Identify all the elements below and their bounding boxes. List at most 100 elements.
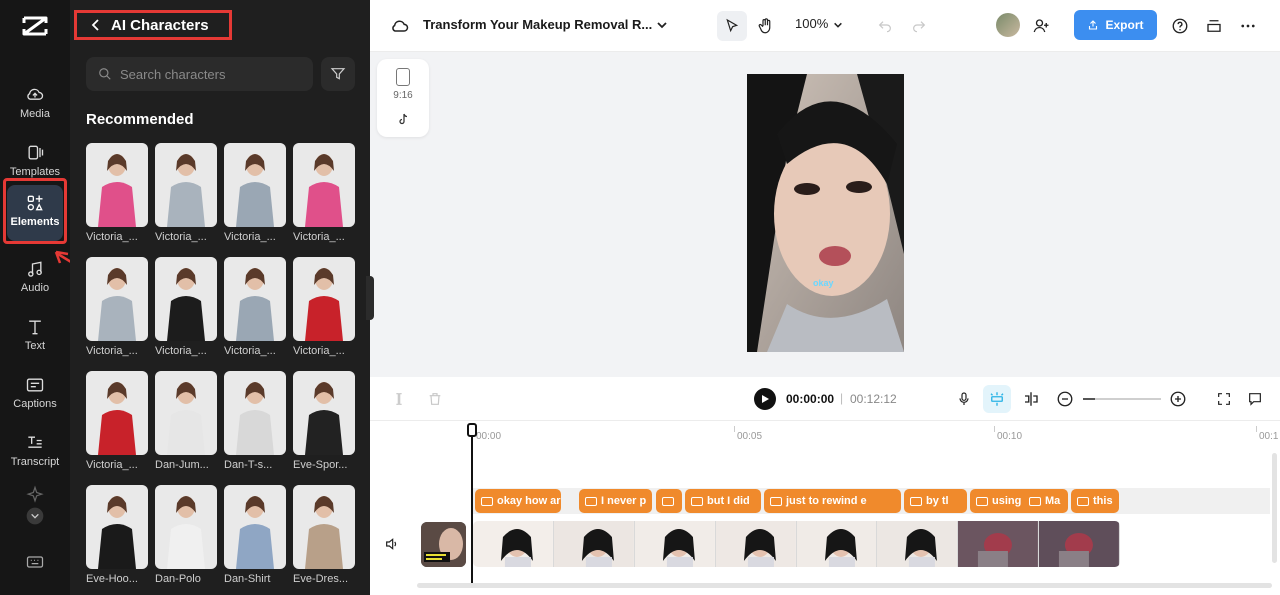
select-tool-button[interactable] <box>717 11 747 41</box>
export-button[interactable]: Export <box>1074 10 1157 40</box>
zoom-out-button[interactable] <box>1054 388 1076 410</box>
playhead-handle[interactable] <box>467 423 477 437</box>
zoom-in-button[interactable] <box>1167 388 1189 410</box>
character-card[interactable]: Victoria_... <box>293 257 355 371</box>
avatar[interactable] <box>996 13 1020 37</box>
back-to-elements-button[interactable]: AI Characters <box>74 10 232 40</box>
preview-caption-text[interactable]: okay <box>813 278 834 288</box>
caption-clip[interactable]: this <box>1071 489 1119 513</box>
delete-button[interactable] <box>424 388 446 410</box>
track-audio-toggle[interactable] <box>384 536 400 557</box>
character-card[interactable]: Victoria_... <box>86 143 148 257</box>
character-card[interactable]: Victoria_... <box>224 257 286 371</box>
character-name: Dan-Polo <box>155 573 201 585</box>
project-menu-button[interactable] <box>653 16 671 34</box>
time-tick: 00:00 <box>476 431 502 442</box>
fullscreen-button[interactable] <box>1213 388 1235 410</box>
capcut-logo[interactable] <box>0 8 70 44</box>
caption-clip[interactable]: just to rewind e <box>764 489 901 513</box>
total-duration: 00:12:12 <box>850 392 897 406</box>
rail-keyboard-button[interactable] <box>0 550 70 574</box>
video-frame <box>1039 521 1120 567</box>
split-button[interactable] <box>388 388 410 410</box>
tick-mark <box>994 426 995 432</box>
playhead <box>471 423 473 583</box>
split-view-button[interactable] <box>1020 388 1042 410</box>
zoom-menu-button[interactable] <box>832 18 844 32</box>
caption-clip-icon <box>910 496 922 506</box>
feedback-button[interactable] <box>1244 388 1266 410</box>
undo-icon <box>878 21 891 33</box>
chevron-down-icon <box>834 22 842 28</box>
export-icon <box>1089 20 1098 30</box>
vertical-scrollbar[interactable] <box>1272 453 1277 563</box>
rail-more-button[interactable] <box>0 504 70 528</box>
record-voice-button[interactable] <box>953 388 975 410</box>
search-input[interactable] <box>120 66 300 82</box>
character-card[interactable]: Eve-Dres... <box>293 485 355 595</box>
character-card[interactable]: Eve-Spor... <box>293 371 355 485</box>
rail-item-captions[interactable]: Captions <box>0 366 70 418</box>
chevron-left-icon <box>91 19 99 31</box>
horizontal-scrollbar[interactable] <box>417 583 1272 588</box>
character-card[interactable]: Victoria_... <box>224 143 286 257</box>
caption-clip[interactable] <box>656 489 682 513</box>
filter-button[interactable] <box>321 57 355 91</box>
caption-clip[interactable]: I never p <box>579 489 652 513</box>
zoom-level[interactable]: 100% <box>795 16 828 31</box>
project-title[interactable]: Transform Your Makeup Removal R... <box>423 17 652 32</box>
character-image <box>86 143 148 227</box>
character-name: Victoria_... <box>86 231 138 243</box>
more-options-button[interactable] <box>1236 14 1260 38</box>
character-image <box>224 143 286 227</box>
auto-snap-button[interactable] <box>983 385 1011 413</box>
character-card[interactable]: Victoria_... <box>86 257 148 371</box>
character-card[interactable]: Dan-T-s... <box>224 371 286 485</box>
rail-item-transcript[interactable]: Transcript <box>0 424 70 476</box>
character-card[interactable]: Victoria_... <box>86 371 148 485</box>
section-title-recommended: Recommended <box>86 111 194 128</box>
caption-clip[interactable]: by tl <box>904 489 967 513</box>
rail-item-text[interactable]: Text <box>0 308 70 360</box>
panel-resize-handle[interactable] <box>366 276 374 320</box>
character-card[interactable]: Victoria_... <box>293 143 355 257</box>
rail-item-audio[interactable]: Audio <box>0 250 70 302</box>
timeline-zoom-slider[interactable] <box>1083 398 1161 400</box>
sparkle-icon <box>26 485 44 503</box>
caption-clip[interactable]: Ma <box>1023 489 1068 513</box>
redo-button[interactable] <box>908 14 930 36</box>
character-thumbnail <box>155 371 217 455</box>
zoom-slider-fill <box>1083 398 1095 400</box>
video-preview[interactable]: okay <box>747 74 904 352</box>
caption-clip[interactable]: okay how are <box>475 489 561 513</box>
caption-clip-text: this <box>1093 495 1113 507</box>
character-image <box>224 485 286 569</box>
undo-button[interactable] <box>874 14 896 36</box>
video-track[interactable] <box>473 521 1120 567</box>
cover-thumbnail[interactable] <box>421 522 466 567</box>
character-card[interactable]: Dan-Shirt <box>224 485 286 595</box>
frame-image <box>958 521 1039 567</box>
character-card[interactable]: Dan-Jum... <box>155 371 217 485</box>
cloud-save-button[interactable] <box>388 14 412 38</box>
character-card[interactable]: Victoria_... <box>155 257 217 371</box>
caption-clip-icon <box>691 496 703 506</box>
hand-tool-button[interactable] <box>751 11 781 41</box>
character-card[interactable]: Victoria_... <box>155 143 217 257</box>
help-button[interactable] <box>1168 14 1192 38</box>
character-thumbnail <box>224 257 286 341</box>
search-box[interactable] <box>86 57 313 91</box>
caption-clip[interactable]: but I did <box>685 489 761 513</box>
caption-clip-icon <box>976 496 988 506</box>
invite-user-button[interactable] <box>1029 14 1053 38</box>
layers-button[interactable] <box>1202 14 1226 38</box>
rail-item-media[interactable]: Media <box>0 76 70 128</box>
highlight-box-elements <box>3 178 67 244</box>
character-card[interactable]: Eve-Hoo... <box>86 485 148 595</box>
character-card[interactable]: Dan-Polo <box>155 485 217 595</box>
aspect-ratio-card[interactable]: 9:16 <box>377 59 429 137</box>
timeline[interactable]: 00:00 00:05 00:10 00:1 okay how are I nev… <box>370 421 1280 595</box>
frame-image <box>553 521 634 567</box>
play-button[interactable] <box>754 388 776 410</box>
cloud-icon <box>392 20 409 32</box>
